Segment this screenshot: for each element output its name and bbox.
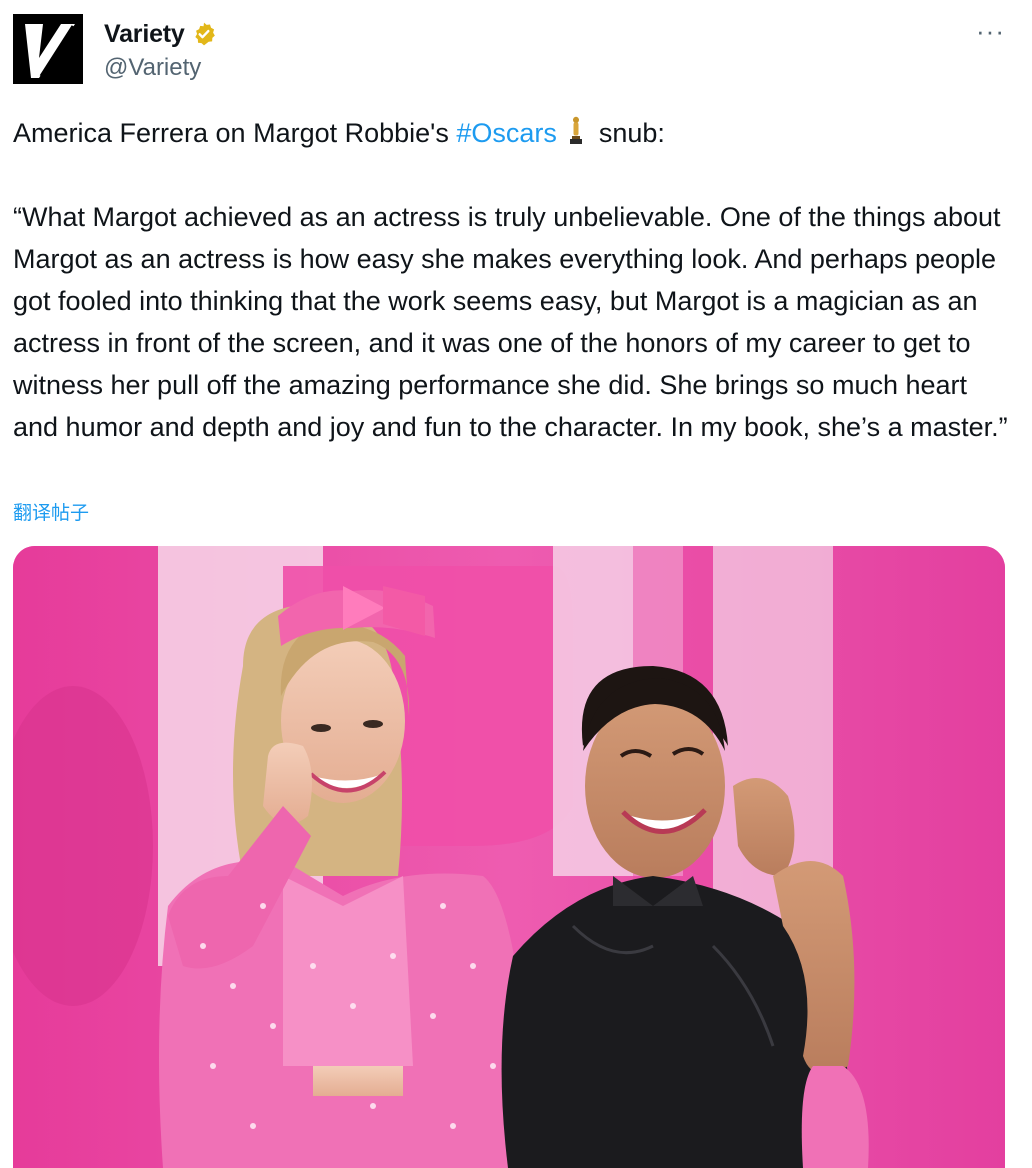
tweet-photo[interactable] — [13, 546, 1005, 1168]
author-handle[interactable]: @Variety — [104, 54, 217, 82]
tweet-lead-line: America Ferrera on Margot Robbie's #Osca… — [13, 112, 1013, 154]
tweet-quote: “What Margot achieved as an actress is t… — [13, 202, 1008, 442]
lead-text-before: America Ferrera on Margot Robbie's — [13, 118, 457, 148]
variety-v-logo-icon — [13, 14, 83, 84]
author-display-name[interactable]: Variety — [104, 20, 185, 49]
tweet-text: America Ferrera on Margot Robbie's #Osca… — [13, 112, 1013, 448]
tweet-card: Variety @Variety ··· America Ferrera on … — [0, 0, 1032, 1168]
oscars-hashtag-link[interactable]: #Oscars — [456, 118, 557, 148]
tweet-header: Variety @Variety ··· — [13, 14, 1019, 86]
author-names: Variety @Variety — [104, 18, 217, 82]
more-options-button[interactable]: ··· — [976, 18, 1005, 44]
verified-badge-icon[interactable] — [191, 21, 217, 47]
photo-illustration — [13, 546, 1005, 1168]
translate-post-link[interactable]: 翻译帖子 — [13, 498, 89, 525]
author-avatar[interactable] — [13, 14, 83, 84]
oscar-trophy-icon — [567, 116, 585, 146]
lead-text-after: snub: — [598, 118, 665, 148]
